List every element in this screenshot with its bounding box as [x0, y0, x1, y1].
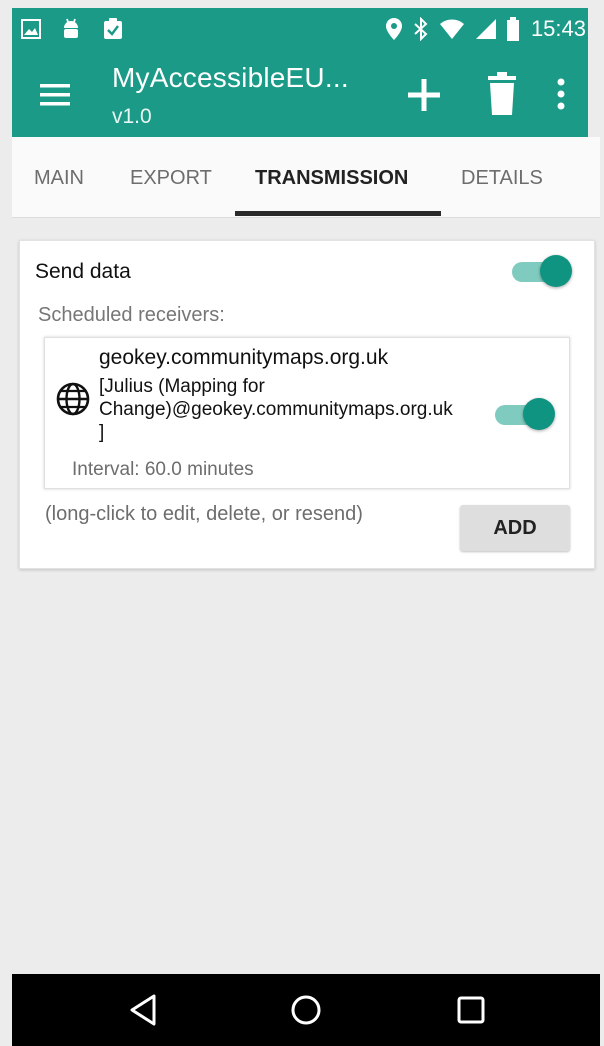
- toggle-thumb: [540, 255, 572, 287]
- more-vert-icon[interactable]: [550, 74, 572, 114]
- receiver-detail-line: [Julius (Mapping for: [99, 376, 265, 397]
- tab-bar: MAIN EXPORT TRANSMISSION DETAILS: [12, 137, 600, 218]
- receiver-item[interactable]: geokey.communitymaps.org.uk [Julius (Map…: [44, 337, 570, 489]
- bluetooth-icon: [413, 17, 429, 41]
- tab-export[interactable]: EXPORT: [130, 167, 212, 190]
- signal-icon: [475, 18, 497, 40]
- battery-icon: [506, 17, 519, 41]
- receiver-name: geokey.communitymaps.org.uk: [99, 346, 389, 369]
- receiver-detail-line: ]: [99, 422, 105, 443]
- menu-icon[interactable]: [38, 81, 74, 109]
- status-time: 15:43: [530, 16, 586, 41]
- send-data-label: Send data: [35, 260, 131, 283]
- receiver-detail-line: Change)@geokey.communitymaps.org.uk: [99, 399, 453, 420]
- wifi-icon: [439, 18, 465, 40]
- tab-indicator: [235, 211, 441, 216]
- add-receiver-button[interactable]: ADD: [460, 505, 570, 551]
- receiver-detail: [Julius (Mapping for Change)@geokey.comm…: [99, 375, 499, 444]
- tab-main[interactable]: MAIN: [34, 167, 84, 190]
- clipboard-check-icon: [102, 17, 124, 41]
- app-bar: MyAccessibleEU... v1.0: [12, 50, 588, 137]
- recents-icon[interactable]: [453, 992, 489, 1028]
- toggle-thumb: [523, 398, 555, 430]
- android-icon: [60, 17, 82, 41]
- app-subtitle: v1.0: [112, 105, 152, 128]
- back-icon[interactable]: [126, 992, 162, 1028]
- scheduled-receivers-label: Scheduled receivers:: [38, 304, 225, 326]
- home-icon[interactable]: [288, 992, 324, 1028]
- tab-details[interactable]: DETAILS: [461, 167, 543, 190]
- status-bar: 15:43: [12, 8, 588, 50]
- trash-icon[interactable]: [484, 72, 520, 116]
- transmission-card: Send data Scheduled receivers: geokey.co…: [19, 240, 595, 569]
- image-icon: [20, 18, 42, 40]
- receiver-interval: Interval: 60.0 minutes: [72, 459, 254, 480]
- receiver-toggle[interactable]: [495, 396, 555, 432]
- long-click-hint: (long-click to edit, delete, or resend): [45, 503, 363, 525]
- send-data-toggle[interactable]: [512, 253, 572, 289]
- tab-transmission[interactable]: TRANSMISSION: [255, 167, 408, 190]
- navigation-bar: [12, 974, 600, 1046]
- globe-icon: [55, 381, 91, 417]
- app-title: MyAccessibleEU...: [112, 62, 349, 93]
- plus-icon[interactable]: [404, 75, 444, 115]
- location-icon: [385, 17, 403, 41]
